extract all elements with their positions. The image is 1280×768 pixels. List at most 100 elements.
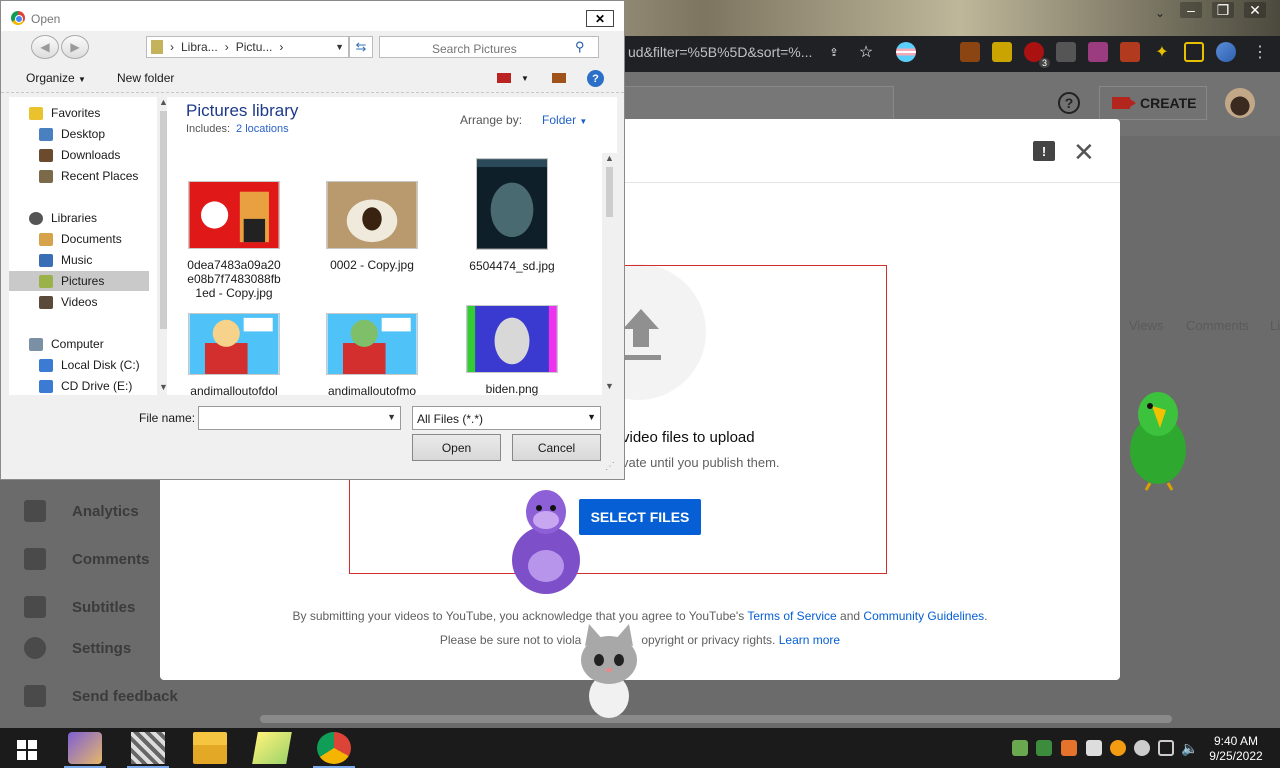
minimize-icon[interactable]: – [1180, 2, 1202, 18]
extension-fox-icon[interactable] [1120, 42, 1140, 62]
scroll-thumb[interactable] [160, 111, 167, 329]
horizontal-scrollbar[interactable] [260, 715, 1172, 723]
tray-app-icon[interactable] [1012, 740, 1028, 756]
close-icon[interactable]: ✕ [586, 10, 614, 27]
tray-app-icon[interactable] [1061, 740, 1077, 756]
help-icon[interactable]: ? [1058, 92, 1080, 114]
refresh-icon[interactable]: ⇆ [349, 36, 373, 58]
file-item[interactable]: 6504474_sd.jpg [457, 158, 567, 273]
column-header-views[interactable]: Views [1129, 318, 1163, 333]
nav-item-desktop[interactable]: Desktop [9, 124, 149, 144]
window-close-icon[interactable]: ✕ [1244, 2, 1266, 18]
sidebar-item-comments[interactable]: Comments [24, 548, 150, 570]
grey-kitten-icon[interactable] [573, 624, 645, 722]
extensions-puzzle-icon[interactable]: ✦ [1152, 42, 1172, 62]
url-text[interactable]: ud&filter=%5B%5D&sort=%... [628, 44, 812, 60]
sidebar-item-send-feedback[interactable]: Send feedback [24, 685, 178, 707]
browser-menu-icon[interactable]: ⋮ [1250, 42, 1270, 62]
network-icon[interactable] [1158, 740, 1174, 756]
cancel-button[interactable]: Cancel [512, 434, 601, 461]
back-icon[interactable]: ◀ [31, 35, 59, 59]
sidebar-item-settings[interactable]: Settings [24, 637, 131, 659]
bookmark-star-icon[interactable]: ☆ [856, 42, 876, 62]
nav-item-downloads[interactable]: Downloads [9, 145, 149, 165]
view-options-icon[interactable] [497, 73, 511, 83]
send-feedback-icon[interactable]: ! [1033, 141, 1055, 161]
studio-search-box[interactable] [624, 86, 894, 120]
breadcrumb-pictures[interactable]: Pictu... [236, 40, 273, 54]
chevron-down-icon[interactable]: ▼ [605, 381, 614, 391]
volume-icon[interactable]: 🔈 [1181, 740, 1198, 756]
sidebar-item-subtitles[interactable]: Subtitles [24, 596, 135, 618]
nav-item-favorites[interactable]: Favorites [9, 103, 149, 123]
locations-link[interactable]: 2 locations [236, 123, 289, 135]
close-icon[interactable]: ✕ [1073, 137, 1095, 168]
file-item[interactable]: 0dea7483a09a20e08b7f7483088fb1ed - Copy.… [179, 181, 289, 300]
nav-item-libraries[interactable]: Libraries [9, 208, 149, 228]
community-guidelines-link[interactable]: Community Guidelines [863, 609, 984, 623]
organize-button[interactable]: Organize ▼ [26, 71, 86, 85]
extension-tool-icon[interactable] [1056, 42, 1076, 62]
windows-start-icon[interactable] [17, 740, 37, 760]
sidepanel-icon[interactable] [1184, 42, 1204, 62]
nav-item-cd-drive[interactable]: CD Drive (E:) [9, 376, 149, 396]
forward-icon[interactable]: ▶ [61, 35, 89, 59]
taskbar-app-notes-icon[interactable] [252, 732, 292, 764]
file-item[interactable]: 0002 - Copy.jpg [317, 181, 427, 272]
terms-of-service-link[interactable]: Terms of Service [747, 609, 836, 623]
scroll-thumb[interactable] [606, 167, 613, 217]
learn-more-link[interactable]: Learn more [779, 633, 840, 647]
tray-status-icon[interactable] [1134, 740, 1150, 756]
preview-pane-icon[interactable] [552, 73, 566, 83]
clock[interactable]: 9:40 AM 9/25/2022 [1204, 734, 1268, 764]
new-folder-button[interactable]: New folder [117, 71, 174, 85]
open-button[interactable]: Open [412, 434, 501, 461]
sidebar-item-analytics[interactable]: Analytics [24, 500, 139, 522]
nav-item-music[interactable]: Music [9, 250, 149, 270]
extension-paw-icon[interactable] [960, 42, 980, 62]
resize-grip-icon[interactable]: ⋰ [605, 461, 615, 472]
extension-flag-icon[interactable] [896, 42, 916, 62]
extension-bird-icon[interactable] [992, 42, 1012, 62]
tab-search-chevron-icon[interactable]: ⌄ [1155, 6, 1165, 20]
nav-item-recent-places[interactable]: Recent Places [9, 166, 149, 186]
chrome-taskbar-icon[interactable] [313, 732, 355, 768]
search-icon[interactable]: ⚲ [575, 39, 585, 55]
nav-item-videos[interactable]: Videos [9, 292, 149, 312]
green-parrot-icon[interactable] [1120, 388, 1196, 492]
nav-item-documents[interactable]: Documents [9, 229, 149, 249]
chevron-down-icon[interactable]: ▼ [521, 74, 529, 83]
avatar[interactable] [1225, 88, 1255, 118]
file-explorer-icon[interactable] [193, 732, 227, 764]
extension-figure-icon[interactable] [1088, 42, 1108, 62]
taskbar-app-bonzi-icon[interactable] [64, 732, 106, 768]
search-input[interactable] [379, 36, 599, 58]
profile-avatar-icon[interactable] [1216, 42, 1236, 62]
purple-gorilla-icon[interactable] [505, 488, 587, 602]
taskbar-app-tool-icon[interactable] [127, 732, 169, 768]
chevron-down-icon[interactable]: ▼ [387, 412, 396, 422]
tray-search-icon[interactable] [1110, 740, 1126, 756]
chevron-up-icon[interactable]: ▲ [605, 153, 614, 163]
file-name-field[interactable]: ▼ [198, 406, 401, 430]
breadcrumb-libraries[interactable]: Libra... [181, 40, 218, 54]
arrange-by-dropdown[interactable]: Folder ▼ [532, 113, 587, 127]
tray-flag-icon[interactable] [1086, 740, 1102, 756]
nav-item-computer[interactable]: Computer [9, 334, 149, 354]
nav-item-local-disk[interactable]: Local Disk (C:) [9, 355, 149, 375]
chevron-down-icon[interactable]: ▼ [335, 42, 344, 52]
help-icon[interactable]: ? [587, 70, 604, 87]
tray-app-icon[interactable] [1036, 740, 1052, 756]
file-type-select[interactable]: All Files (*.*) ▼ [412, 406, 601, 430]
file-list-scrollbar[interactable]: ▲ ▼ [602, 153, 617, 395]
column-header-likes[interactable]: Li [1270, 318, 1280, 333]
ublock-icon[interactable]: 3 [1024, 42, 1050, 68]
file-item[interactable]: andimalloutofdol [179, 313, 289, 398]
nav-item-pictures[interactable]: Pictures [9, 271, 149, 291]
column-header-comments[interactable]: Comments [1186, 318, 1249, 333]
share-icon[interactable]: ⇪ [824, 42, 844, 62]
restore-icon[interactable]: ❐ [1212, 2, 1234, 18]
breadcrumb[interactable]: › Libra... › Pictu... › ▼ [146, 36, 349, 58]
file-item[interactable]: andimalloutofmo [317, 313, 427, 398]
file-item[interactable]: biden.png [457, 305, 567, 396]
